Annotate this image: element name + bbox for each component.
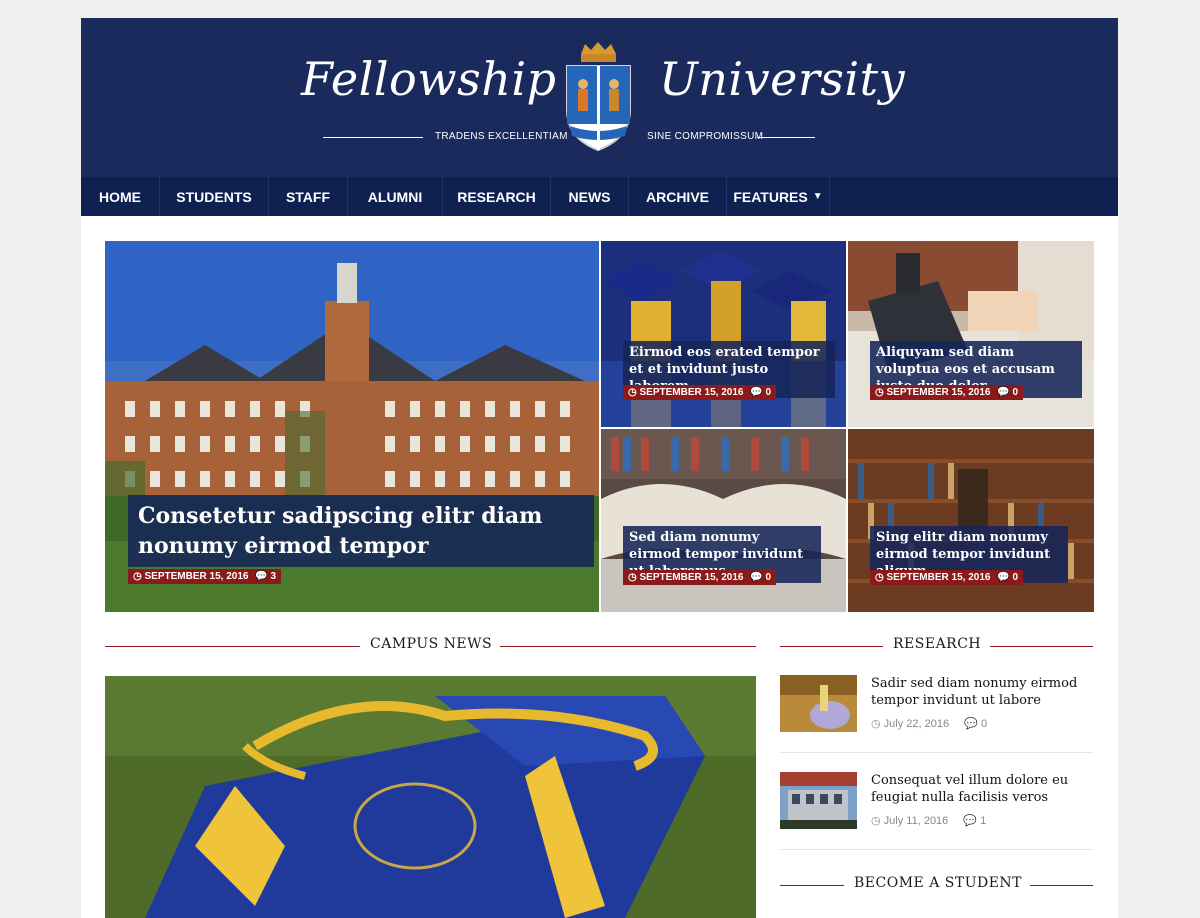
nav-news[interactable]: NEWS <box>551 177 629 216</box>
clock-icon: ◷ <box>871 718 881 730</box>
research-item-title[interactable]: Sadir sed diam nonumy eirmod tempor invi… <box>871 675 1093 709</box>
chevron-down-icon: ▼ <box>812 191 823 202</box>
nav-features[interactable]: FEATURES ▼ <box>727 177 830 216</box>
university-crest-icon <box>566 42 631 152</box>
clock-icon: ◷ <box>628 387 637 398</box>
heading-rule <box>500 646 756 647</box>
clock-icon: ◷ <box>133 571 142 582</box>
comment-count: 0 <box>765 572 772 583</box>
nav-alumni-label: ALUMNI <box>367 188 423 205</box>
comment-icon: 💬 <box>255 571 268 582</box>
featured-main-title[interactable]: Consetetur sadipscing elitr diam nonumy … <box>128 495 594 567</box>
comment-icon: 💬 <box>750 387 763 398</box>
comment-icon: 💬 <box>963 815 978 827</box>
nav-students-label: STUDENTS <box>176 188 252 205</box>
site-header: Fellowship University TRADENS EXCELLENTI… <box>81 18 1118 177</box>
featured-main-post[interactable]: Consetetur sadipscing elitr diam nonumy … <box>105 241 599 612</box>
heading-rule <box>780 646 883 647</box>
lab-glove-image <box>780 675 857 732</box>
site-logo[interactable]: Fellowship University TRADENS EXCELLENTI… <box>281 18 905 177</box>
clock-icon: ◷ <box>875 387 884 398</box>
research-item-meta: ◷ July 22, 2016 💬 0 <box>871 717 987 730</box>
clock-icon: ◷ <box>628 572 637 583</box>
main-nav: HOME STUDENTS STAFF ALUMNI RESEARCH NEWS… <box>81 177 1118 216</box>
featured-tile[interactable]: Eirmod eos erated tempor et et invidunt … <box>601 241 846 427</box>
nav-home[interactable]: HOME <box>81 177 160 216</box>
motto-rule-right <box>757 137 815 138</box>
comment-icon: 💬 <box>750 572 763 583</box>
nav-alumni[interactable]: ALUMNI <box>348 177 443 216</box>
research-heading: RESEARCH <box>780 636 1093 656</box>
research-item-meta: ◷ July 11, 2016 💬 1 <box>871 814 986 827</box>
post-date: SEPTEMBER 15, 2016 <box>639 572 744 583</box>
campus-news-image[interactable] <box>105 676 756 918</box>
featured-tile[interactable]: Sed diam nonumy eirmod tempor invidunt u… <box>601 429 846 612</box>
become-student-heading: BECOME A STUDENT <box>780 875 1093 895</box>
motto-rule-left <box>323 137 423 138</box>
post-date: SEPTEMBER 15, 2016 <box>144 571 249 582</box>
research-thumbnail[interactable] <box>780 675 857 732</box>
heading-rule <box>990 646 1093 647</box>
post-date: SEPTEMBER 15, 2016 <box>886 572 991 583</box>
nav-news-label: NEWS <box>568 188 611 205</box>
comment-count: 1 <box>980 815 987 827</box>
nav-features-label: FEATURES <box>733 188 808 205</box>
list-divider <box>780 752 1093 753</box>
nav-archive[interactable]: ARCHIVE <box>629 177 727 216</box>
motto-right: SINE COMPROMISSUM <box>647 131 764 142</box>
comment-count: 0 <box>980 718 988 730</box>
nav-staff[interactable]: STAFF <box>269 177 348 216</box>
featured-tile-meta: ◷ SEPTEMBER 15, 2016 💬 0 <box>623 570 777 586</box>
heading-rule <box>105 646 360 647</box>
research-thumbnail[interactable] <box>780 772 857 829</box>
comment-count: 3 <box>270 571 277 582</box>
comment-count: 0 <box>1012 387 1019 398</box>
nav-students[interactable]: STUDENTS <box>160 177 269 216</box>
heading-rule <box>780 885 844 886</box>
brand-word-right: University <box>659 52 906 106</box>
research-item[interactable]: Sadir sed diam nonumy eirmod tempor invi… <box>780 675 1093 735</box>
brand-word-left: Fellowship <box>301 52 557 106</box>
nav-archive-label: ARCHIVE <box>645 188 709 205</box>
section-title: BECOME A STUDENT <box>854 875 1023 891</box>
nav-research[interactable]: RESEARCH <box>443 177 551 216</box>
featured-tile[interactable]: Aliquyam sed diam voluptua eos et accusa… <box>848 241 1094 427</box>
heading-rule <box>1030 885 1093 886</box>
section-title: CAMPUS NEWS <box>370 636 493 652</box>
comment-icon: 💬 <box>964 718 978 730</box>
motto-left: TRADENS EXCELLENTIAM <box>435 131 568 142</box>
featured-main-meta: ◷ SEPTEMBER 15, 2016 💬 3 <box>128 569 282 585</box>
comment-count: 0 <box>1012 572 1019 583</box>
post-date: SEPTEMBER 15, 2016 <box>639 387 744 398</box>
featured-tile-meta: ◷ SEPTEMBER 15, 2016 💬 0 <box>870 385 1024 401</box>
featured-tile[interactable]: Sing elitr diam nonumy eirmod tempor inv… <box>848 429 1094 612</box>
featured-tile-meta: ◷ SEPTEMBER 15, 2016 💬 0 <box>870 570 1024 586</box>
research-item-title[interactable]: Consequat vel illum dolore eu feugiat nu… <box>871 772 1093 806</box>
building-image <box>780 772 857 829</box>
nav-home-label: HOME <box>99 188 141 205</box>
post-date: July 11, 2016 <box>883 815 949 827</box>
post-date: July 22, 2016 <box>883 718 950 730</box>
comment-icon: 💬 <box>997 387 1010 398</box>
comment-count: 0 <box>765 387 772 398</box>
nav-staff-label: STAFF <box>285 188 331 205</box>
featured-tile-meta: ◷ SEPTEMBER 15, 2016 💬 0 <box>623 385 777 401</box>
comment-icon: 💬 <box>997 572 1010 583</box>
page: Fellowship University TRADENS EXCELLENTI… <box>81 18 1118 918</box>
diploma-tassel-image <box>105 676 756 918</box>
section-title: RESEARCH <box>893 636 982 652</box>
clock-icon: ◷ <box>875 572 884 583</box>
post-date: SEPTEMBER 15, 2016 <box>886 387 991 398</box>
research-item[interactable]: Consequat vel illum dolore eu feugiat nu… <box>780 772 1093 832</box>
list-divider <box>780 849 1093 850</box>
nav-research-label: RESEARCH <box>457 188 536 205</box>
clock-icon: ◷ <box>871 815 881 827</box>
campus-news-heading: CAMPUS NEWS <box>105 636 756 656</box>
